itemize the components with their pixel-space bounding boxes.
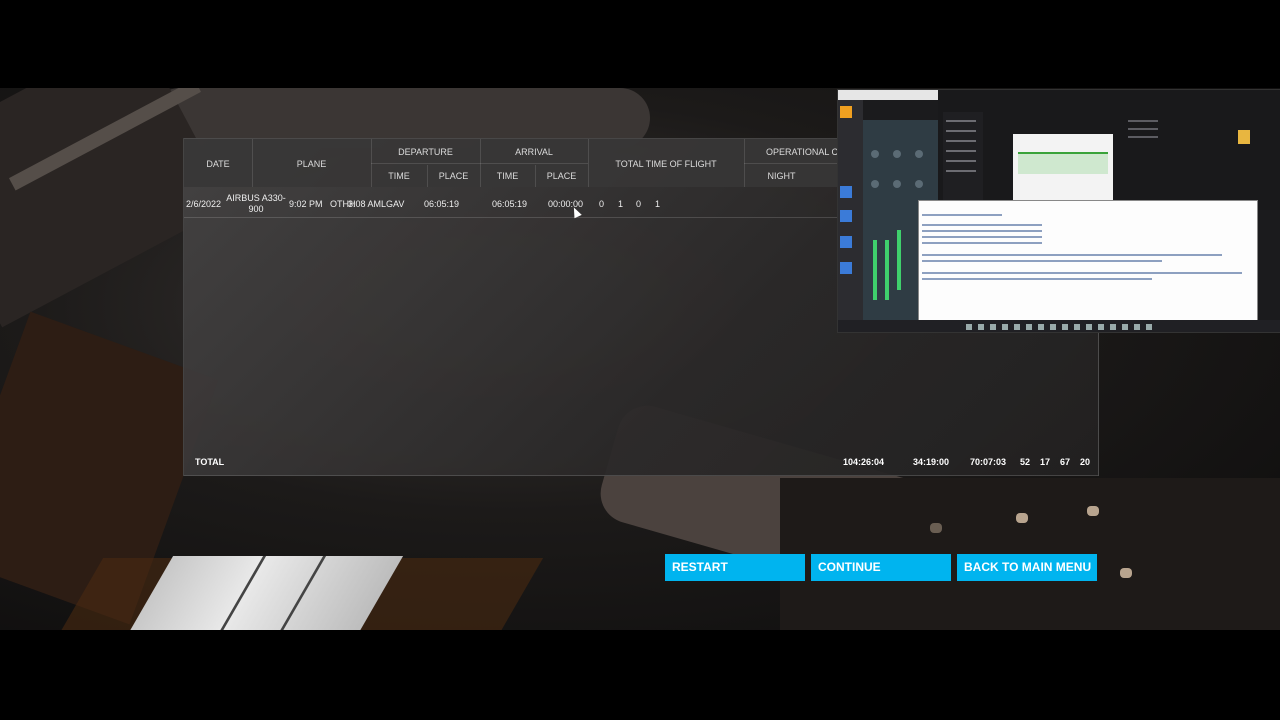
letterbox-top bbox=[0, 0, 1280, 88]
header-departure-time: TIME bbox=[388, 171, 410, 181]
app-icon bbox=[840, 236, 852, 248]
totals-row: TOTAL 104:26:04 34:19:00 70:07:03 52 17 … bbox=[184, 449, 1098, 475]
letterbox-bottom bbox=[0, 630, 1280, 720]
taskbar bbox=[838, 320, 1280, 332]
back-to-main-menu-button[interactable]: BACK TO MAIN MENU bbox=[957, 554, 1097, 581]
totals-time-b: 70:07:03 bbox=[970, 457, 1007, 467]
cell-arrival-place: LGAV bbox=[381, 199, 405, 209]
cell-count-3: 0 bbox=[636, 199, 642, 209]
app-icon bbox=[840, 262, 852, 274]
header-arrival-time: TIME bbox=[496, 171, 519, 181]
cell-time-a: 06:05:19 bbox=[492, 199, 528, 209]
notepad-window bbox=[918, 200, 1258, 324]
totals-time-a: 34:19:00 bbox=[913, 457, 950, 467]
header-plane: PLANE bbox=[296, 159, 327, 169]
header-total-time: TOTAL TIME OF FLIGHT bbox=[615, 159, 717, 169]
header-night: NIGHT bbox=[767, 171, 796, 181]
app-icon bbox=[840, 210, 852, 222]
totals-total-time: 104:26:04 bbox=[843, 457, 885, 467]
cell-departure-time: 9:02 PM bbox=[289, 199, 323, 209]
totals-count-2: 17 bbox=[1040, 457, 1051, 467]
totals-count-3: 67 bbox=[1060, 457, 1071, 467]
cell-total-time: 06:05:19 bbox=[424, 199, 460, 209]
header-arrival: ARRIVAL bbox=[515, 147, 553, 157]
cell-count-1: 0 bbox=[599, 199, 605, 209]
header-arrival-place: PLACE bbox=[546, 171, 577, 181]
header-operational: OPERATIONAL CO bbox=[766, 147, 846, 157]
desktop-overlay-screenshot bbox=[837, 89, 1280, 333]
cell-arrival-time: 3:08 AM bbox=[348, 199, 382, 209]
totals-count-4: 20 bbox=[1080, 457, 1091, 467]
app-icon bbox=[840, 106, 852, 118]
cell-plane: AIRBUS A330-900 bbox=[226, 193, 286, 214]
continue-button[interactable]: CONTINUE bbox=[811, 554, 951, 581]
totals-label: TOTAL bbox=[195, 457, 225, 467]
totals-count-1: 52 bbox=[1020, 457, 1031, 467]
folder-icon bbox=[1238, 130, 1250, 144]
cell-count-2: 1 bbox=[618, 199, 624, 209]
cell-count-4: 1 bbox=[655, 199, 661, 209]
restart-button[interactable]: RESTART bbox=[665, 554, 805, 581]
header-date: DATE bbox=[206, 159, 230, 169]
header-departure-place: PLACE bbox=[438, 171, 469, 181]
header-departure: DEPARTURE bbox=[398, 147, 453, 157]
cell-date: 2/6/2022 bbox=[186, 199, 222, 209]
app-icon bbox=[840, 186, 852, 198]
